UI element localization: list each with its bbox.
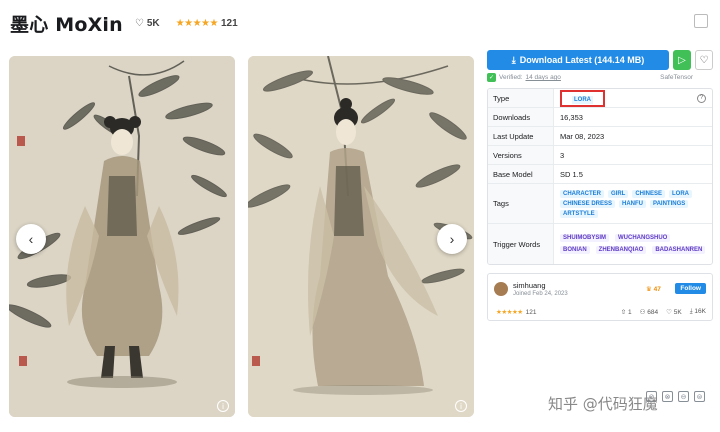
details-table: Type LORA ? Downloads 16,353 Last Update… (487, 88, 713, 265)
creator-joined: Joined Feb 24, 2023 (513, 291, 568, 297)
trigger-word-chip[interactable]: WUCHANGSHUO (615, 234, 671, 242)
more-options-button[interactable] (694, 14, 708, 28)
upload-icon: ⇧ (620, 309, 629, 316)
detail-key: Base Model (488, 165, 554, 183)
creator-stats: ★★★★★ 121 ⇧ 1 ⚇ 684 ♡ 5K ⤓ 16K (496, 308, 706, 316)
gallery-image-1[interactable]: ‹ i (9, 56, 235, 417)
no-credit-icon: ⊜ (694, 391, 705, 402)
detail-row-downloads: Downloads 16,353 (488, 108, 712, 127)
image-info-icon[interactable]: i (455, 400, 467, 412)
crown-icon: ♛ (646, 286, 652, 293)
detail-key: Last Update (488, 127, 554, 145)
watermark-text: 知乎 @代码狂魔 (548, 395, 658, 413)
no-derivatives-icon: ⊖ (678, 391, 689, 402)
tag-chip[interactable]: CHARACTER (560, 189, 604, 198)
detail-key: Type (488, 89, 554, 107)
heart-icon: ♡ (699, 54, 709, 66)
favorites-stat: ♡ 5K (666, 309, 682, 316)
type-badge: LORA (572, 95, 593, 104)
tag-chip[interactable]: LORA (669, 189, 693, 198)
tag-chip[interactable]: ARTSTYLE (560, 209, 598, 218)
detail-value: SD 1.5 (560, 169, 583, 179)
heart-icon: ♡ (666, 309, 674, 316)
chevron-right-icon: › (449, 231, 455, 247)
detail-row-versions: Versions 3 (488, 146, 712, 165)
star-rating-icon: ★★★★★ (175, 17, 219, 29)
model-header: 墨心 MoXin ♡ 5K ★★★★★ 121 (10, 10, 238, 36)
type-highlight-box: LORA (560, 89, 605, 107)
download-label: Download Latest (144.14 MB) (519, 55, 645, 65)
rating-count: 121 (220, 17, 238, 29)
likes-count: 5K (146, 17, 160, 29)
chevron-left-icon: ‹ (28, 231, 34, 247)
detail-value: Mar 08, 2023 (560, 131, 605, 141)
detail-key: Tags (488, 184, 554, 223)
detail-row-base-model: Base Model SD 1.5 (488, 165, 712, 184)
trigger-word-chip[interactable]: ZHENBANQIAO (595, 246, 647, 254)
heart-icon: ♡ (134, 17, 144, 29)
detail-key: Downloads (488, 108, 554, 126)
no-sell-icon: ⊗ (662, 391, 673, 402)
followers-stat: ⚇ 684 (639, 309, 659, 316)
image-info-icon[interactable]: i (217, 400, 229, 412)
trigger-word-chip[interactable]: BADASHANREN (652, 246, 706, 254)
tag-chip[interactable]: CHINESE DRESS (560, 199, 616, 208)
creator-card: simhuang Joined Feb 24, 2023 ♛ 47 Follow… (487, 273, 713, 321)
gallery-prev-button[interactable]: ‹ (16, 224, 46, 254)
tag-chip[interactable]: PAINTINGS (650, 199, 689, 208)
avatar[interactable] (494, 282, 508, 296)
model-details-panel: ⤓ Download Latest (144.14 MB) ▷ ♡ ✓ Veri… (487, 50, 713, 402)
run-button[interactable]: ▷ (673, 50, 691, 70)
gallery-next-button[interactable]: › (437, 224, 467, 254)
verification-row: ✓ Verified: 14 days ago SafeTensor (487, 73, 713, 82)
detail-row-tags: Tags CHARACTER GIRL CHINESE LORA CHINESE… (488, 184, 712, 224)
downloads-stat: ⤓ 16K (689, 308, 706, 315)
favorite-button[interactable]: ♡ (695, 50, 713, 70)
safetensor-label: SafeTensor (660, 74, 693, 81)
download-button[interactable]: ⤓ Download Latest (144.14 MB) (487, 50, 669, 70)
tag-chip[interactable]: GIRL (608, 189, 629, 198)
play-icon: ▷ (678, 54, 686, 66)
detail-value: 16,353 (560, 112, 583, 122)
uploads-stat: ⇧ 1 (620, 309, 632, 316)
star-rating-icon: ★★★★★ (496, 309, 523, 316)
detail-value: 3 (560, 150, 565, 160)
tags-list: CHARACTER GIRL CHINESE LORA CHINESE DRES… (560, 187, 706, 221)
creator-rank-badge: ♛ 47 (646, 285, 661, 293)
gallery-image-2[interactable]: › i (248, 56, 474, 417)
rating-badge[interactable]: ★★★★★ 121 (176, 18, 238, 29)
detail-row-type: Type LORA ? (488, 89, 712, 108)
verified-check-icon: ✓ (487, 73, 496, 82)
info-icon[interactable]: ? (697, 93, 706, 103)
trigger-words-list: SHUIMOBYSIM WUCHANGSHUO BONIAN ZHENBANQI… (560, 231, 706, 257)
trigger-word-chip[interactable]: BONIAN (560, 246, 590, 254)
verified-label: Verified: (499, 74, 523, 81)
detail-row-trigger-words: Trigger Words SHUIMOBYSIM WUCHANGSHUO BO… (488, 224, 712, 264)
creator-rank: 47 (653, 286, 661, 293)
creator-name[interactable]: simhuang (513, 281, 546, 290)
creator-rating-count: 121 (525, 308, 537, 316)
detail-row-last-update: Last Update Mar 08, 2023 (488, 127, 712, 146)
download-icon: ⤓ (511, 54, 516, 65)
page-title: 墨心 MoXin (10, 13, 123, 36)
likes-badge[interactable]: ♡ 5K (135, 18, 160, 29)
follow-button[interactable]: Follow (675, 283, 706, 294)
trigger-word-chip[interactable]: SHUIMOBYSIM (560, 234, 610, 242)
detail-key: Versions (488, 146, 554, 164)
verified-ago-link[interactable]: 14 days ago (526, 74, 561, 81)
detail-key: Trigger Words (488, 224, 554, 264)
tag-chip[interactable]: CHINESE (632, 189, 666, 198)
tag-chip[interactable]: HANFU (619, 199, 647, 208)
